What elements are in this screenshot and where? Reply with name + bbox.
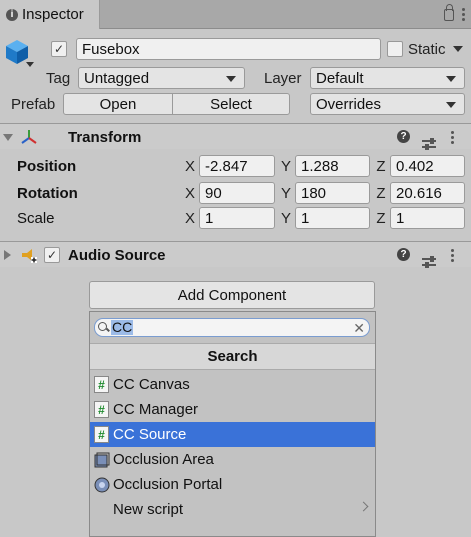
- tag-label: Tag: [46, 69, 71, 87]
- scale-y-field[interactable]: 1: [295, 207, 370, 229]
- prefab-label: Prefab: [11, 95, 56, 113]
- tag-dropdown[interactable]: Untagged: [78, 67, 245, 89]
- list-item[interactable]: Occlusion Area: [90, 447, 375, 472]
- icon-dropdown-arrow[interactable]: [26, 62, 34, 67]
- component-menu-icon[interactable]: [451, 129, 454, 144]
- scale-y-label: Y: [280, 210, 291, 227]
- rotation-y-label: Y: [280, 185, 291, 202]
- rotation-x-field[interactable]: 90: [199, 182, 275, 204]
- audio-source-icon: [22, 249, 37, 263]
- script-icon: #: [94, 426, 109, 443]
- list-item-label: CC Manager: [113, 401, 199, 418]
- audio-source-title: Audio Source: [68, 247, 166, 264]
- list-item-label: CC Canvas: [113, 376, 190, 393]
- audio-source-foldout-arrow[interactable]: [4, 250, 11, 260]
- object-name-text: Fusebox: [82, 40, 140, 58]
- static-checkbox[interactable]: [387, 41, 403, 57]
- help-icon[interactable]: ?: [397, 248, 410, 261]
- rotation-z-label: Z: [376, 185, 386, 202]
- position-label: Position: [17, 158, 77, 175]
- transform-title: Transform: [68, 129, 142, 146]
- scale-z-field[interactable]: 1: [390, 207, 465, 229]
- position-y-label: Y: [280, 158, 291, 175]
- inspector-tab-label: Inspector: [22, 6, 84, 23]
- transform-icon: [21, 130, 37, 144]
- scale-z-label: Z: [376, 210, 386, 227]
- inspector-tab[interactable]: i Inspector: [0, 0, 100, 29]
- list-item-label: CC Source: [113, 426, 187, 443]
- chevron-right-icon: [358, 501, 369, 512]
- occlusion-area-icon: [94, 452, 110, 467]
- static-label: Static: [408, 40, 446, 58]
- component-search-input[interactable]: CC ✕: [94, 318, 370, 337]
- presets-icon[interactable]: [422, 255, 436, 268]
- position-z-field[interactable]: 0.402: [390, 155, 465, 177]
- layer-dropdown[interactable]: Default: [310, 67, 465, 89]
- lock-icon[interactable]: [444, 4, 454, 21]
- audio-source-header[interactable]: ✓ Audio Source ?: [0, 241, 471, 268]
- clear-search-icon[interactable]: ✕: [353, 320, 365, 337]
- audio-source-enabled-checkbox[interactable]: ✓: [44, 247, 60, 263]
- list-item[interactable]: # CC Manager: [90, 397, 375, 422]
- list-item-label: New script: [113, 501, 184, 518]
- script-icon: #: [94, 401, 109, 418]
- inspector-tab-bar: i Inspector: [0, 0, 471, 29]
- position-x-label: X: [184, 158, 195, 175]
- search-value: CC: [111, 319, 134, 335]
- add-component-button[interactable]: Add Component: [89, 281, 375, 309]
- prefab-overrides-label: Overrides: [316, 95, 382, 113]
- position-x-field[interactable]: -2.847: [199, 155, 275, 177]
- position-z-label: Z: [376, 158, 386, 175]
- script-icon: #: [94, 376, 109, 393]
- component-menu-icon[interactable]: [451, 247, 454, 262]
- more-options-icon[interactable]: [462, 6, 465, 21]
- transform-header[interactable]: Transform ?: [0, 123, 471, 150]
- search-section-title: Search: [90, 343, 375, 370]
- list-item-label: Occlusion Portal: [113, 476, 223, 493]
- list-item-selected[interactable]: # CC Source: [90, 422, 375, 447]
- prefab-open-button[interactable]: Open: [63, 93, 173, 115]
- tag-value: Untagged: [84, 69, 150, 87]
- layer-value: Default: [316, 69, 364, 87]
- new-script-item[interactable]: New script: [90, 497, 375, 522]
- add-component-popup: CC ✕ Search # CC Canvas # CC Manager # C…: [89, 311, 376, 537]
- rotation-x-label: X: [184, 185, 195, 202]
- rotation-y-field[interactable]: 180: [295, 182, 370, 204]
- list-item[interactable]: Occlusion Portal: [90, 472, 375, 497]
- rotation-z-field[interactable]: 20.616: [390, 182, 465, 204]
- list-item[interactable]: # CC Canvas: [90, 372, 375, 397]
- prefab-select-button[interactable]: Select: [172, 93, 290, 115]
- search-icon: [98, 322, 109, 333]
- scale-x-field[interactable]: 1: [199, 207, 275, 229]
- object-name-field[interactable]: Fusebox: [76, 38, 381, 60]
- scale-label: Scale: [17, 210, 55, 227]
- position-y-field[interactable]: 1.288: [295, 155, 370, 177]
- prefab-overrides-dropdown[interactable]: Overrides: [310, 93, 465, 115]
- list-item-label: Occlusion Area: [113, 451, 214, 468]
- layer-label: Layer: [264, 69, 302, 87]
- info-icon: i: [6, 8, 18, 21]
- occlusion-portal-icon: [94, 477, 110, 492]
- scale-x-label: X: [184, 210, 195, 227]
- static-dropdown-arrow[interactable]: [453, 46, 463, 52]
- transform-foldout-arrow[interactable]: [3, 134, 13, 141]
- rotation-label: Rotation: [17, 185, 78, 202]
- presets-icon[interactable]: [422, 137, 436, 150]
- active-checkbox[interactable]: ✓: [51, 41, 67, 57]
- help-icon[interactable]: ?: [397, 130, 410, 143]
